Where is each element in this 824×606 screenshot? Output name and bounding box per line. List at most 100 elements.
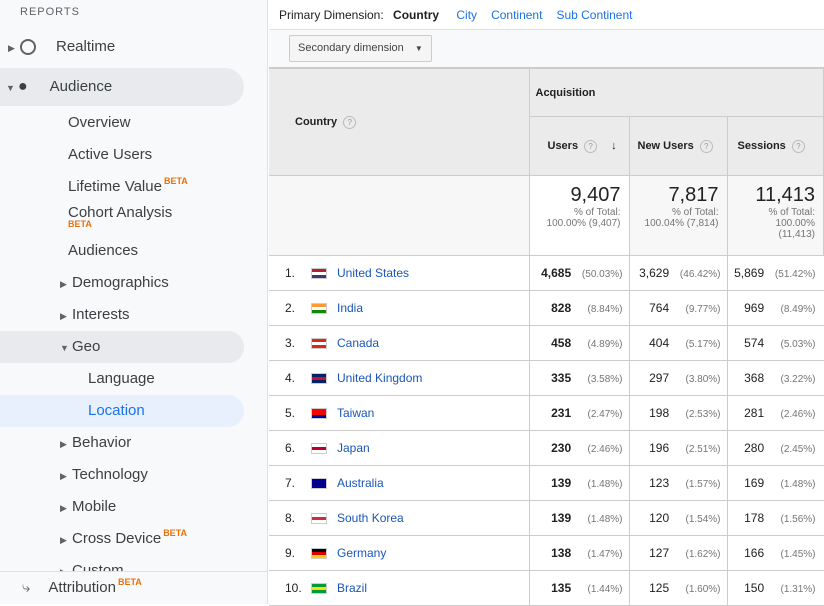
sessions-value: 969 [744,301,765,315]
sessions-pct: (2.46%) [780,409,816,420]
caret-right-icon: ▶ [60,311,67,321]
label: Behavior [72,434,132,451]
label: New Users [637,139,694,152]
caret-right-icon: ▶ [60,439,67,449]
beta-badge: BETA [163,528,188,538]
country-link[interactable]: United States [337,266,409,280]
new-users-header[interactable]: New Users? [628,116,728,176]
sessions-pct: (1.45%) [780,549,816,560]
dimension-city[interactable]: City [456,8,477,22]
caret-right-icon: ▶ [60,503,67,513]
sidebar-item-realtime[interactable]: ▶ Realtime [0,31,115,63]
sessions-value: 280 [744,441,765,455]
sessions-value: 166 [744,546,765,560]
sidebar-item-cross-device[interactable]: ▶ Cross Device BETA [0,523,187,555]
sessions-header[interactable]: Sessions? [726,116,824,176]
caret-right-icon: ▶ [60,279,67,289]
secondary-dimension-dropdown[interactable]: Secondary dimension ▼ [289,35,432,62]
sessions-pct: (3.22%) [780,374,816,385]
new-users-value: 297 [649,371,670,385]
new-users-pct: (5.17%) [685,339,721,350]
dimension-country[interactable]: Country [393,8,439,22]
rank: 3. [285,336,296,350]
label: Technology [72,466,148,483]
caret-right-icon: ▶ [8,43,15,53]
label: Mobile [72,498,117,515]
new-users-pct: (2.51%) [685,444,721,455]
country-link[interactable]: Taiwan [337,406,374,420]
sidebar-item-audience[interactable]: ▼ ● Audience [0,68,244,106]
users-pct: (3.58%) [587,374,623,385]
users-pct: (4.89%) [587,339,623,350]
sessions-value: 178 [744,511,765,525]
sidebar-item-active-users[interactable]: Active Users [0,139,152,171]
users-value: 458 [551,336,572,350]
rank: 8. [285,511,296,525]
caret-right-icon: ▶ [60,556,72,571]
label: Sessions [737,139,786,152]
label: Demographics [72,274,169,291]
users-pct: (8.84%) [587,304,623,315]
table-row: 9. Germany 138 (1.47%) 127 (1.62%) 166 (1… [269,535,824,571]
users-header[interactable]: Users? ↓ [528,116,630,176]
rank: 6. [285,441,296,455]
sidebar-item-technology[interactable]: ▶ Technology [0,459,148,491]
sidebar-item-geo[interactable]: ▼ Geo [0,331,244,363]
sidebar-item-behavior[interactable]: ▶ Behavior [0,427,131,459]
users-value: 4,685 [541,266,572,280]
sidebar-item-language[interactable]: Language [0,363,155,395]
sessions-value: 368 [744,371,765,385]
sessions-pct: (8.49%) [780,304,816,315]
table-row: 10. Brazil 135 (1.44%) 125 (1.60%) 150 (1… [269,570,824,606]
new-users-pct: (1.60%) [685,584,721,595]
new-users-value: 404 [649,336,670,350]
sidebar-item-custom[interactable]: ▶Custom [0,555,124,571]
dimension-continent[interactable]: Continent [491,8,542,22]
users-value: 139 [551,511,572,525]
sidebar-item-attribution[interactable]: ⤷ Attribution BETA [0,571,267,604]
sidebar-item-interests[interactable]: ▶ Interests [0,299,130,331]
users-value: 135 [551,581,572,595]
beta-badge: BETA [117,577,142,587]
new-users-value: 764 [649,301,670,315]
country-link[interactable]: India [337,301,363,315]
country-link[interactable]: United Kingdom [337,371,422,385]
country-link[interactable]: Canada [337,336,379,350]
sessions-value: 150 [744,581,765,595]
beta-badge: BETA [68,219,92,229]
rank: 10. [285,581,302,595]
country-link[interactable]: South Korea [337,511,404,525]
caret-down-icon: ▼ [60,343,69,353]
label: Secondary dimension [298,42,404,54]
country-link[interactable]: Germany [337,546,386,560]
sidebar-item-demographics[interactable]: ▶ Demographics [0,267,169,299]
sidebar-item-cohort[interactable]: Cohort Analysis BETA [0,198,172,230]
sidebar-item-mobile[interactable]: ▶ Mobile [0,491,116,523]
dimension-sub-continent[interactable]: Sub Continent [556,8,632,22]
new-users-value: 125 [649,581,670,595]
new-users-value: 196 [649,441,670,455]
country-link[interactable]: Japan [337,441,370,455]
country-header[interactable]: Country? [269,68,530,176]
label: Users [547,139,579,152]
users-pct: (1.48%) [587,479,623,490]
flag-icon [311,268,327,280]
users-value: 139 [551,476,572,490]
new-users-pct: (2.53%) [685,409,721,420]
flag-icon [311,303,327,315]
caret-down-icon: ▼ [414,44,423,53]
country-link[interactable]: Australia [337,476,384,490]
help-icon[interactable]: ? [584,139,598,153]
rank: 1. [285,266,296,280]
sidebar-item-audiences[interactable]: Audiences [0,235,138,267]
sidebar-item-overview[interactable]: Overview [0,107,131,139]
country-link[interactable]: Brazil [337,581,367,595]
label: Lifetime Value [68,178,162,195]
label: Cross Device [72,530,162,547]
help-icon[interactable]: ? [791,139,805,153]
label: Custom [72,562,124,571]
sidebar-item-location[interactable]: Location [0,395,244,427]
help-icon[interactable]: ? [699,139,713,153]
users-pct: (1.44%) [587,584,623,595]
help-icon[interactable]: ? [343,115,357,129]
